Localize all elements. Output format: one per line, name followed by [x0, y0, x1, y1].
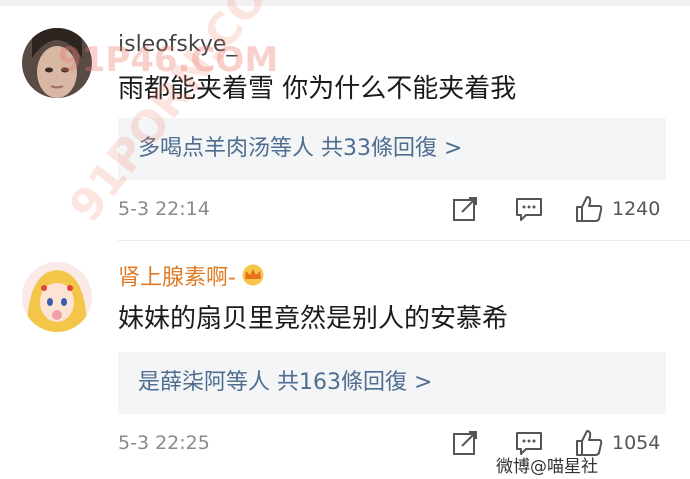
timestamp: 5-3 22:14	[118, 198, 210, 220]
share-icon[interactable]	[450, 428, 480, 458]
replies-link[interactable]: 多喝点羊肉汤等人 共33條回復 >	[118, 118, 666, 180]
replies-link[interactable]: 是薛柒阿等人 共163條回復 >	[118, 352, 666, 414]
username-text[interactable]: 肾上腺素啊-	[118, 266, 236, 291]
share-icon[interactable]	[450, 194, 480, 224]
avatar[interactable]	[22, 262, 92, 332]
username[interactable]: 肾上腺素啊-	[118, 264, 266, 293]
crown-icon	[240, 264, 266, 293]
top-divider	[0, 0, 690, 6]
like-icon[interactable]	[574, 194, 604, 224]
comment-divider	[118, 240, 690, 241]
comment-item: 肾上腺素啊- 妹妹的扇贝里竟然是别人的安慕希 是薛柒阿等人 共163條回復 > …	[0, 244, 690, 479]
comment-icon[interactable]	[514, 194, 544, 224]
like-count: 1054	[612, 432, 661, 454]
comment-text: 妹妹的扇贝里竟然是别人的安慕希	[118, 304, 509, 334]
weibo-watermark: 微博@喵星社	[496, 457, 598, 477]
timestamp: 5-3 22:25	[118, 432, 210, 454]
like-count: 1240	[612, 198, 661, 220]
comment-footer: 5-3 22:14 1240	[118, 194, 668, 228]
